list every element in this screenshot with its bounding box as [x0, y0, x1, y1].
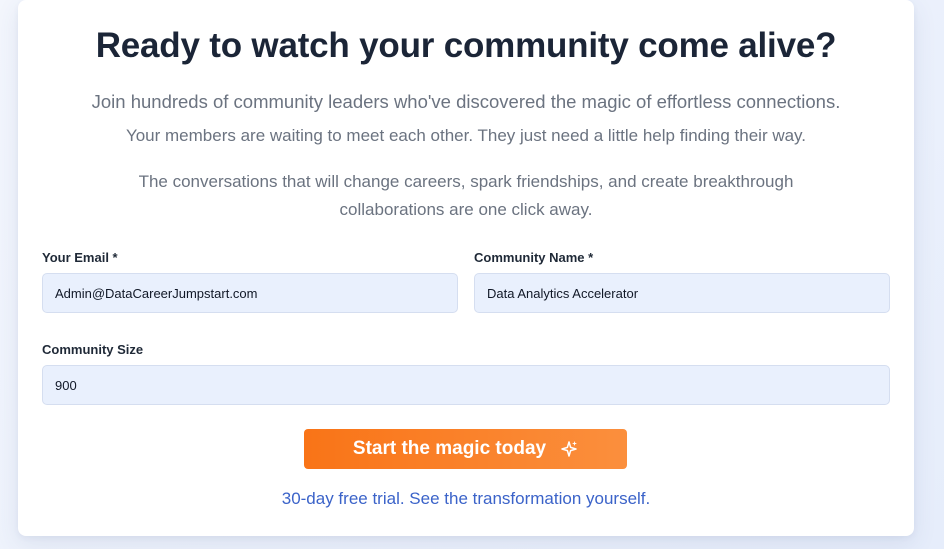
community-size-field[interactable]: 900 — [42, 365, 890, 405]
email-label: Your Email * — [42, 250, 118, 265]
sparkles-icon — [560, 440, 578, 458]
community-size-label: Community Size — [42, 342, 144, 357]
signup-card: Ready to watch your community come alive… — [18, 0, 914, 536]
description-text: The conversations that will change caree… — [138, 172, 794, 219]
community-name-value: Data Analytics Accelerator — [487, 285, 639, 301]
email-value: Admin@DataCareerJumpstart.com — [55, 285, 258, 301]
page-title: Ready to watch your community come alive… — [95, 26, 837, 65]
community-size-value: 900 — [55, 377, 77, 393]
email-field[interactable]: Admin@DataCareerJumpstart.com — [42, 273, 458, 313]
lead-text: Join hundreds of community leaders who'v… — [91, 91, 841, 112]
start-magic-label: Start the magic today — [352, 438, 547, 459]
sub-text: Your members are waiting to meet each ot… — [125, 126, 807, 145]
community-name-label: Community Name * — [474, 250, 594, 265]
trial-text: 30-day free trial. See the transformatio… — [281, 489, 651, 508]
start-magic-button[interactable]: Start the magic today — [304, 429, 627, 469]
community-name-field[interactable]: Data Analytics Accelerator — [474, 273, 890, 313]
